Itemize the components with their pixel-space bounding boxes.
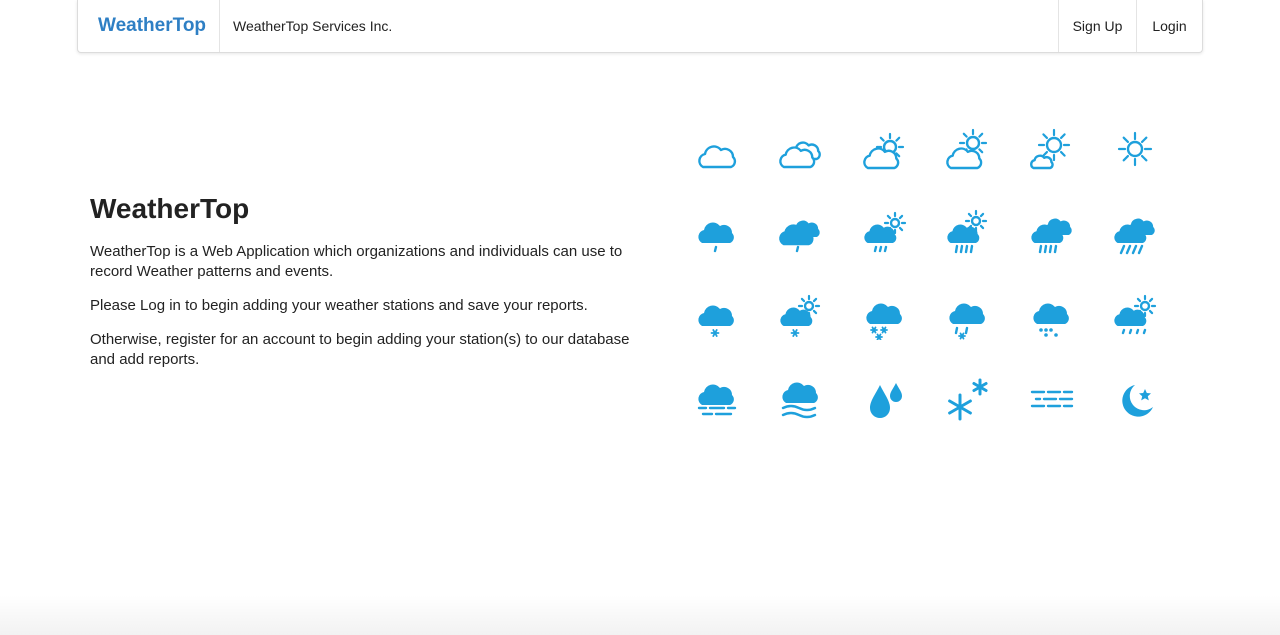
company-name: WeatherTop Services Inc. [233,18,393,34]
cloud-sun-snow-icon [777,292,825,340]
haze-icon [1028,375,1076,423]
intro-title: WeatherTop [90,193,250,224]
cloud-wind-icon [777,375,825,423]
cloud-sun-rain-icon [861,209,909,257]
intro-paragraph-2: Please Log in to begin adding your weath… [90,297,588,314]
cloud-sun-icon [944,125,992,173]
sun-cloud-small-icon [1028,125,1076,173]
cloud-sun-drizzle-icon [1111,292,1159,340]
top-menu-bar: WeatherTop WeatherTop Services Inc. Sign… [77,0,1203,53]
cloud-double-slant-rain-icon [1111,209,1159,257]
cloud-outline-icon [693,125,741,173]
login-link[interactable]: Login [1136,0,1202,52]
raindrops-icon [861,375,909,423]
cloud-sun-heavy-rain-icon [944,209,992,257]
intro-section: WeatherTop WeatherTop is a Web Applicati… [90,190,630,384]
cloud-fog-icon [693,375,741,423]
sun-icon [1111,125,1159,173]
signup-link[interactable]: Sign Up [1058,0,1136,52]
cloud-double-outline-icon [777,125,825,173]
cloud-sleet-icon [944,292,992,340]
cloud-heavy-snow-icon [861,292,909,340]
cloud-rain-icon [693,209,741,257]
page-bottom-shadow [0,595,1280,635]
intro-paragraph-3: Otherwise, register for an account to be… [90,331,630,368]
moon-star-icon [1111,375,1159,423]
cloud-snow-icon [693,292,741,340]
cloud-double-heavy-rain-icon [1028,209,1076,257]
weather-icon-grid [693,125,1173,435]
brand-logo-link[interactable]: WeatherTop [78,0,220,52]
cloud-hail-icon [1028,292,1076,340]
intro-paragraph-1: WeatherTop is a Web Application which or… [90,243,623,280]
cloud-double-rain-icon [777,209,825,257]
cloud-sun-partial-icon [861,125,909,173]
menu-right: Sign Up Login [1058,0,1202,52]
snowflakes-icon [944,375,992,423]
